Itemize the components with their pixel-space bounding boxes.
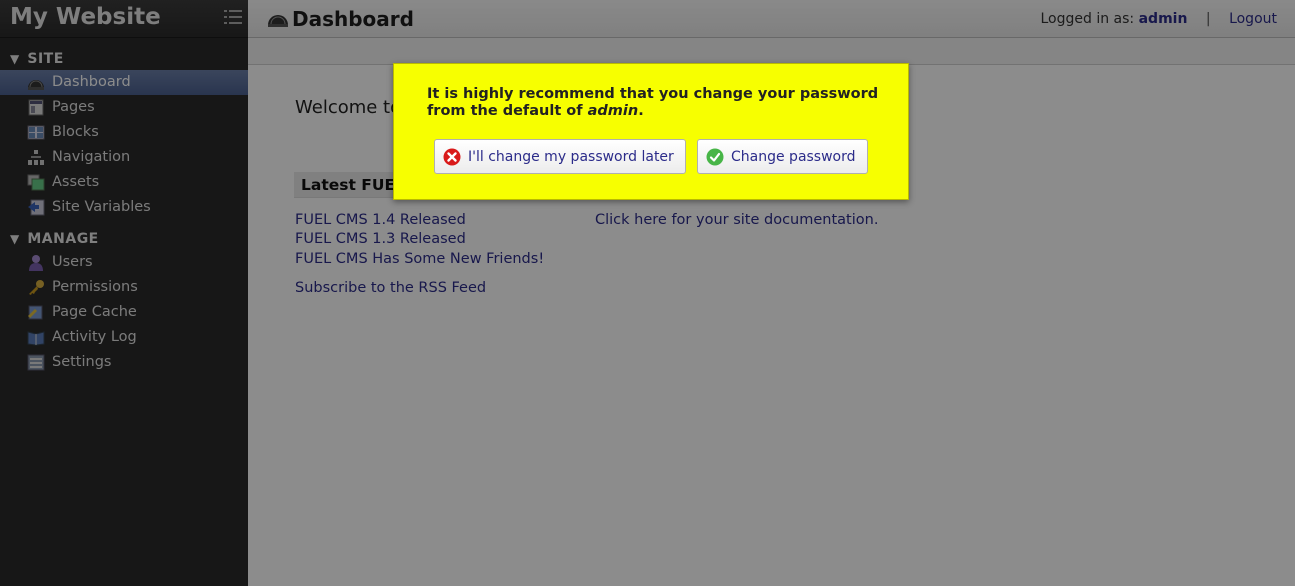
red-x-icon — [443, 148, 461, 166]
change-password-modal: It is highly recommend that you change y… — [393, 63, 909, 200]
modal-message-line2-prefix: from the default of — [427, 103, 583, 119]
modal-message-line2-suffix: . — [638, 103, 644, 119]
default-password: admin — [587, 103, 639, 119]
modal-message-line1: It is highly recommend that you change y… — [427, 86, 879, 102]
button-label: I'll change my password later — [468, 149, 674, 165]
button-label: Change password — [731, 149, 856, 165]
modal-message: It is highly recommend that you change y… — [427, 86, 887, 120]
change-password-later-button[interactable]: I'll change my password later — [434, 139, 686, 174]
change-password-button[interactable]: Change password — [697, 139, 868, 174]
green-check-icon — [706, 148, 724, 166]
